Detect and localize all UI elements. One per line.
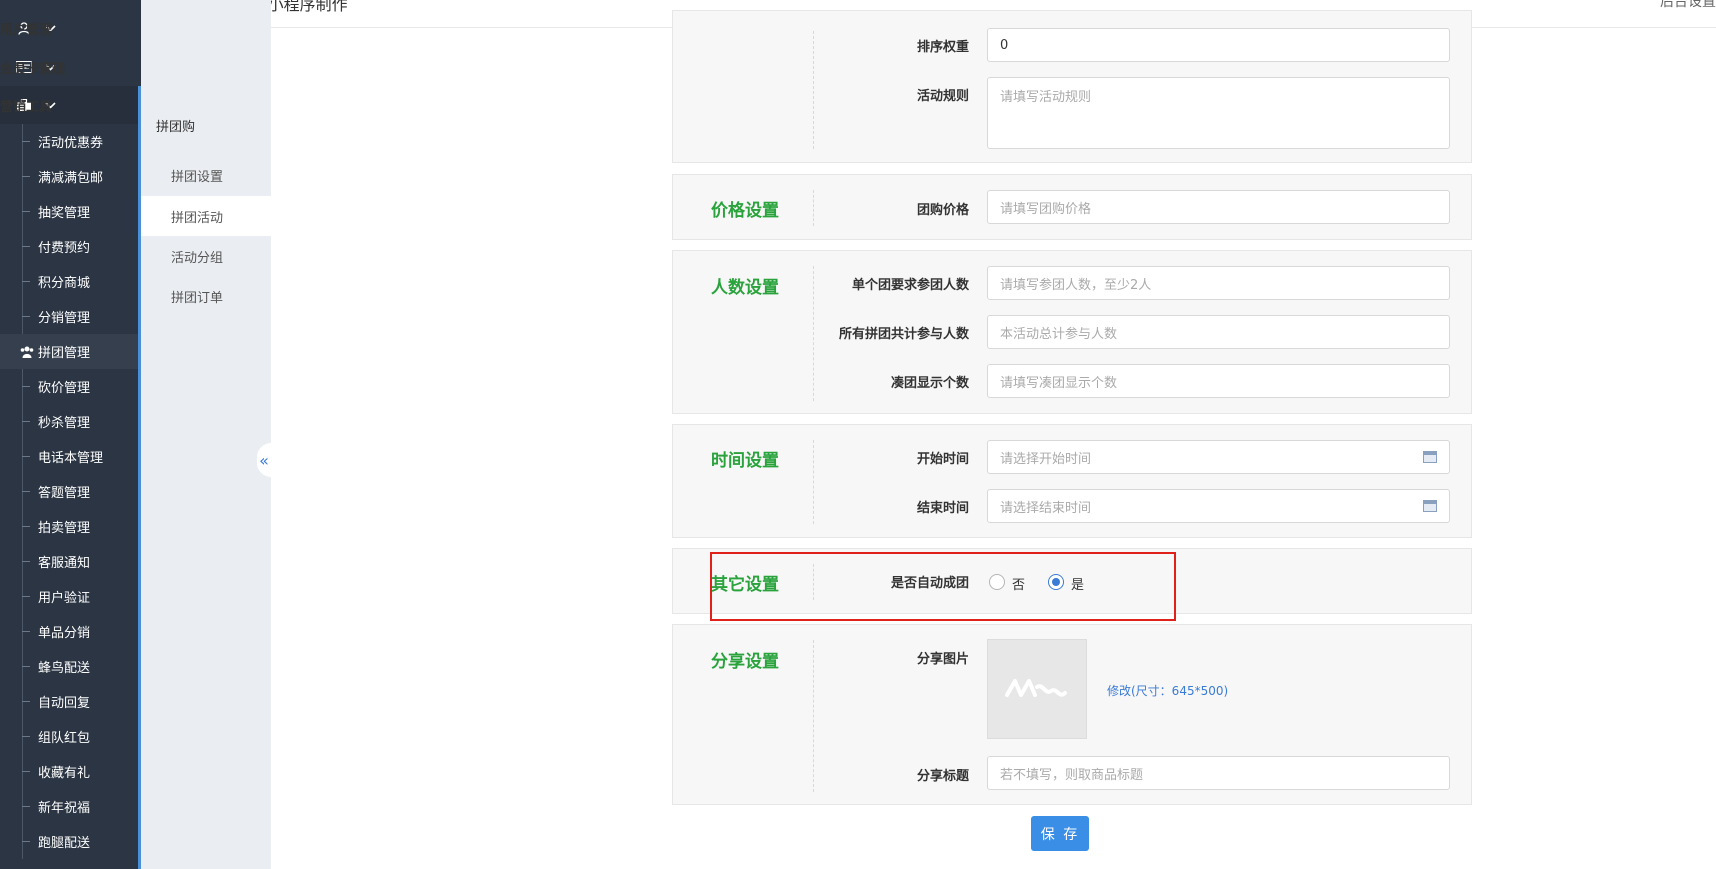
sidebar-item-full-reduction[interactable]: 满减满包邮	[0, 159, 138, 194]
nav-member-card-label: 会员卡管理	[0, 61, 66, 77]
sort-weight-input[interactable]: 0	[987, 28, 1450, 62]
activity-rules-label: 活动规则	[916, 89, 969, 104]
sidebar-item-label: 蜂鸟配送	[38, 661, 91, 676]
share-title-input[interactable]: 若不填写，则取商品标题	[987, 756, 1450, 790]
sidebar-item-fengniao-delivery[interactable]: 蜂鸟配送	[0, 649, 138, 684]
end-time-placeholder: 请选择结束时间	[1000, 500, 1092, 516]
start-time-input[interactable]: 请选择开始时间	[987, 440, 1450, 474]
secondary-sidebar: 拼团购 拼团设置 拼团活动 活动分组 拼团订单	[141, 0, 271, 869]
sidebar-item-bargain[interactable]: 砍价管理	[0, 369, 138, 404]
display-count-input[interactable]: 请填写凑团显示个数	[987, 364, 1450, 398]
sidebar-item-label: 抽奖管理	[38, 206, 91, 221]
sidebar-item-paid-booking[interactable]: 付费预约	[0, 229, 138, 264]
tab-label: 活动分组	[171, 250, 224, 266]
share-settings-panel: 分享设置 分享图片 修改(尺寸：645*500) 分享标题 若不填写，则取商品标…	[672, 624, 1472, 805]
sidebar-item-label: 付费预约	[38, 241, 91, 256]
sidebar-item-label: 跑腿配送	[38, 836, 91, 851]
sidebar-item-errand-delivery[interactable]: 跑腿配送	[0, 824, 138, 859]
image-placeholder-icon	[1005, 679, 1067, 697]
sidebar-item-quiz[interactable]: 答题管理	[0, 474, 138, 509]
activity-rules-textarea[interactable]: 请填写活动规则	[987, 77, 1450, 149]
price-section-title: 价格设置	[711, 201, 779, 221]
sidebar-item-label: 电话本管理	[38, 451, 104, 466]
min-participants-label: 单个团要求参团人数	[851, 278, 969, 293]
min-participants-input[interactable]: 请填写参团人数，至少2人	[987, 266, 1450, 300]
display-count-label: 凑团显示个数	[890, 376, 969, 391]
sidebar-item-coupons[interactable]: 活动优惠券	[0, 124, 138, 159]
time-section-title: 时间设置	[711, 451, 779, 471]
calendar-icon[interactable]	[1423, 451, 1437, 463]
marketing-submenu: 活动优惠券 满减满包邮 抽奖管理 付费预约 积分商城 分销管理 拼团管理 砍价管…	[0, 124, 138, 859]
start-time-label: 开始时间	[916, 452, 969, 467]
sidebar-item-label: 答题管理	[38, 486, 91, 501]
sidebar-item-label: 组队红包	[38, 731, 91, 746]
sidebar-item-label: 收藏有礼	[38, 766, 91, 781]
sidebar-item-single-distribution[interactable]: 单品分销	[0, 614, 138, 649]
sidebar-item-label: 单品分销	[38, 626, 91, 641]
secondary-sidebar-title: 拼团购	[156, 120, 196, 135]
tab-group-settings[interactable]: 拼团设置	[141, 155, 271, 195]
sidebar-item-flash-sale[interactable]: 秒杀管理	[0, 404, 138, 439]
people-settings-panel: 人数设置 单个团要求参团人数 请填写参团人数，至少2人 所有拼团共计参与人数 本…	[672, 250, 1472, 414]
nav-marketing-tools[interactable]: 营销工具	[0, 86, 138, 124]
sidebar-item-label: 活动优惠券	[38, 136, 104, 151]
group-price-input[interactable]: 请填写团购价格	[987, 190, 1450, 224]
nav-user-management[interactable]: 用户管理	[0, 10, 138, 46]
sidebar-item-new-year[interactable]: 新年祝福	[0, 789, 138, 824]
main-sidebar: 用户管理 会员卡管理 营销工具 活动优惠券 满减满包邮 抽奖管理 付费预约 积分…	[0, 0, 141, 869]
header-right-link[interactable]: 后台设置	[1660, 0, 1716, 11]
share-image-label: 分享图片	[916, 652, 969, 667]
nav-marketing-tools-label: 营销工具	[0, 99, 53, 115]
share-image-placeholder[interactable]	[987, 639, 1087, 739]
total-participants-label: 所有拼团共计参与人数	[838, 327, 969, 342]
tab-activity-groups[interactable]: 活动分组	[141, 236, 271, 276]
sidebar-item-auto-reply[interactable]: 自动回复	[0, 684, 138, 719]
tab-label: 拼团设置	[171, 169, 224, 185]
nav-user-management-label: 用户管理	[0, 22, 53, 38]
sidebar-item-label: 砍价管理	[38, 381, 91, 396]
sidebar-item-label: 分销管理	[38, 311, 91, 326]
share-section-title: 分享设置	[711, 652, 779, 672]
tab-label: 拼团订单	[171, 290, 224, 306]
people-section-title: 人数设置	[711, 278, 779, 298]
sidebar-item-points-mall[interactable]: 积分商城	[0, 264, 138, 299]
sidebar-item-team-redpacket[interactable]: 组队红包	[0, 719, 138, 754]
tab-label: 拼团活动	[171, 210, 224, 226]
users-icon	[20, 346, 34, 358]
group-price-label: 团购价格	[916, 203, 969, 218]
sidebar-item-auction[interactable]: 拍卖管理	[0, 509, 138, 544]
tab-group-orders[interactable]: 拼团订单	[141, 276, 271, 316]
sidebar-item-lottery[interactable]: 抽奖管理	[0, 194, 138, 229]
sidebar-item-label: 自动回复	[38, 696, 91, 711]
sidebar-item-label: 新年祝福	[38, 801, 91, 816]
share-title-label: 分享标题	[916, 769, 969, 784]
start-time-placeholder: 请选择开始时间	[1000, 451, 1092, 467]
calendar-icon[interactable]	[1423, 500, 1437, 512]
tab-group-activity[interactable]: 拼团活动	[141, 196, 271, 236]
sidebar-item-label: 客服通知	[38, 556, 91, 571]
sidebar-item-label: 积分商城	[38, 276, 91, 291]
save-button[interactable]: 保 存	[1031, 816, 1089, 851]
sidebar-item-phonebook[interactable]: 电话本管理	[0, 439, 138, 474]
basic-settings-panel: 排序权重 0 活动规则 请填写活动规则	[672, 10, 1472, 163]
end-time-input[interactable]: 请选择结束时间	[987, 489, 1450, 523]
sidebar-item-service-notice[interactable]: 客服通知	[0, 544, 138, 579]
nav-member-card[interactable]: 会员卡管理	[0, 49, 138, 85]
edit-share-image-link[interactable]: 修改(尺寸：645*500)	[1107, 682, 1228, 699]
annotation-highlight-box	[710, 552, 1176, 621]
sidebar-item-label: 秒杀管理	[38, 416, 91, 431]
total-participants-input[interactable]: 本活动总计参与人数	[987, 315, 1450, 349]
sidebar-item-label: 满减满包邮	[38, 171, 104, 186]
sidebar-item-user-verify[interactable]: 用户验证	[0, 579, 138, 614]
end-time-label: 结束时间	[916, 501, 969, 516]
sidebar-item-label: 拍卖管理	[38, 521, 91, 536]
time-settings-panel: 时间设置 开始时间 请选择开始时间 结束时间 请选择结束时间	[672, 424, 1472, 538]
price-settings-panel: 价格设置 团购价格 请填写团购价格	[672, 174, 1472, 240]
sidebar-item-label: 用户验证	[38, 591, 91, 606]
sort-weight-label: 排序权重	[916, 40, 969, 55]
sidebar-item-group-buy[interactable]: 拼团管理	[0, 334, 138, 369]
sidebar-item-favorite-gift[interactable]: 收藏有礼	[0, 754, 138, 789]
sidebar-item-label: 拼团管理	[38, 346, 91, 361]
sidebar-item-distribution[interactable]: 分销管理	[0, 299, 138, 334]
